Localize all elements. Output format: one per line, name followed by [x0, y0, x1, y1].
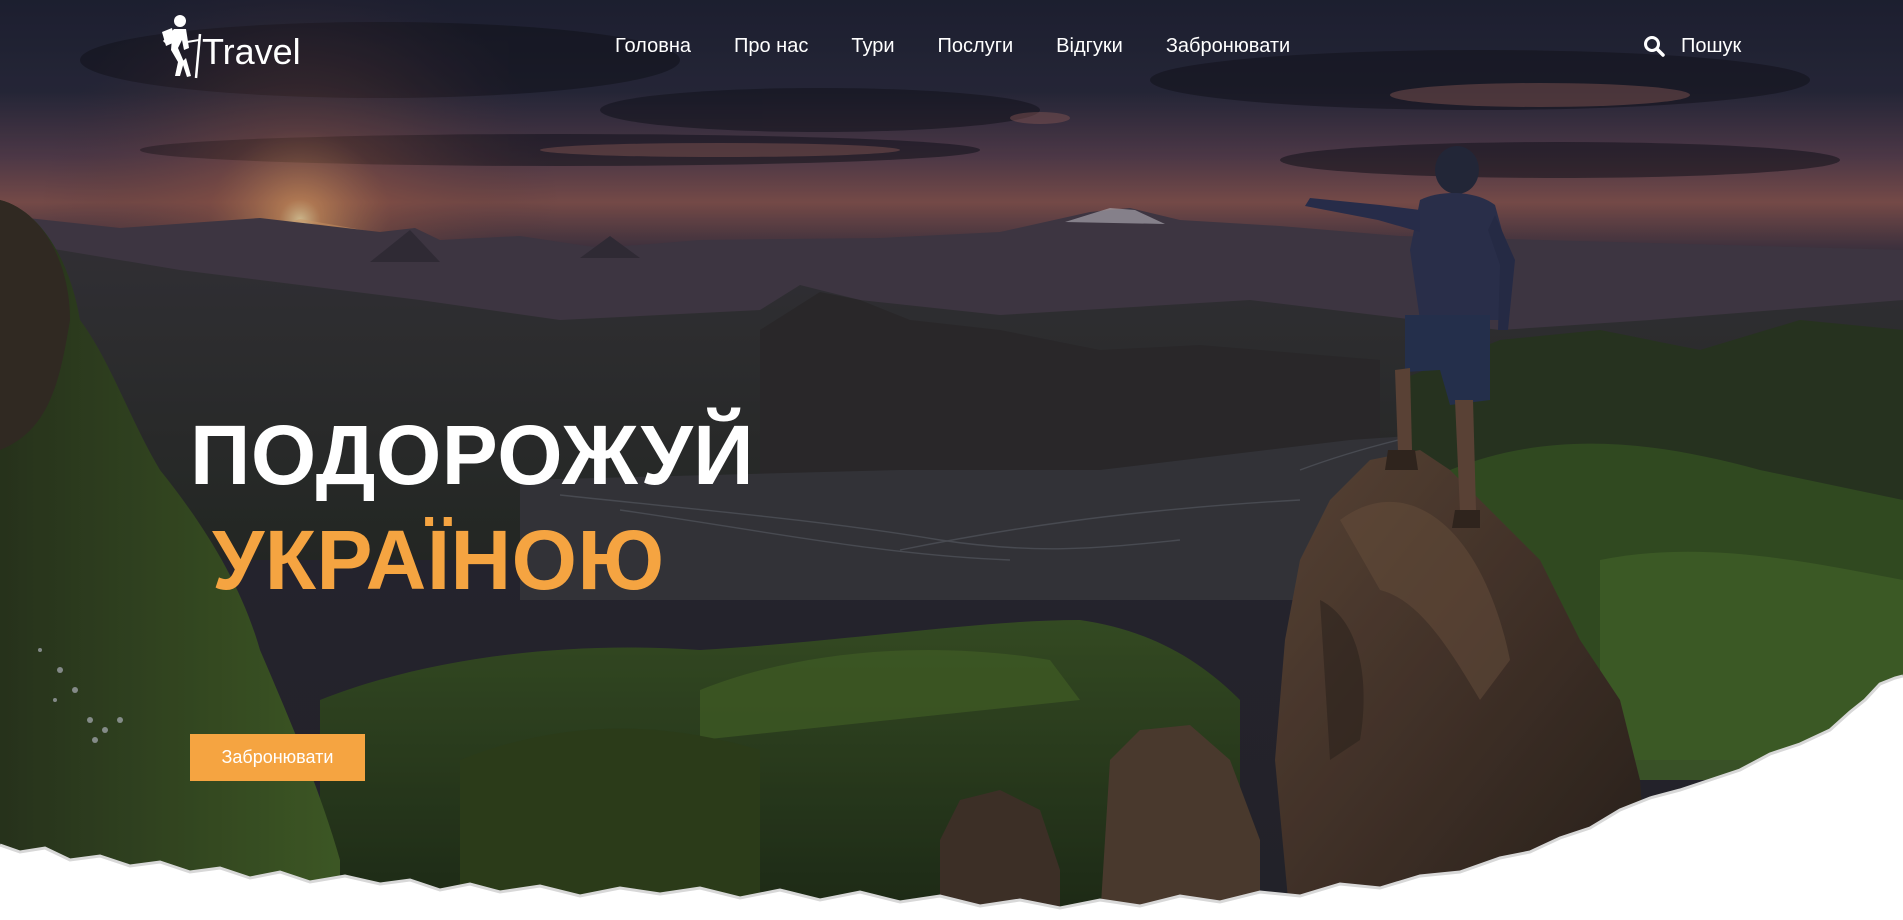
hero-headline-line2: УКРАЇНОЮ [212, 513, 665, 607]
site-header: Travel Головна Про нас Тури Послуги Відг… [0, 0, 1903, 95]
main-nav: Головна Про нас Тури Послуги Відгуки Заб… [615, 32, 1290, 60]
hiker-icon [162, 15, 202, 79]
book-button[interactable]: Забронювати [190, 734, 365, 781]
search-icon [1644, 36, 1665, 57]
nav-item-services[interactable]: Послуги [938, 32, 1014, 60]
nav-item-booking[interactable]: Забронювати [1166, 32, 1290, 60]
hero-headline-line1: ПОДОРОЖУЙ [190, 408, 755, 502]
logo-text: Travel [202, 31, 301, 72]
logo[interactable]: Travel [158, 12, 301, 82]
search-label: Пошук [1681, 35, 1742, 57]
nav-item-home[interactable]: Головна [615, 32, 691, 60]
nav-item-tours[interactable]: Тури [851, 32, 894, 60]
hero-section: Travel Головна Про нас Тури Послуги Відг… [0, 0, 1903, 920]
search-button[interactable]: Пошук [1643, 32, 1741, 60]
nav-item-reviews[interactable]: Відгуки [1056, 32, 1123, 60]
nav-item-about[interactable]: Про нас [734, 32, 808, 60]
